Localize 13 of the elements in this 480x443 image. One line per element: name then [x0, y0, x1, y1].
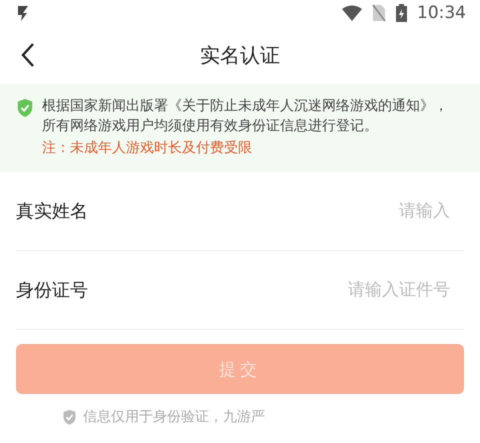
- app-logo-icon: [16, 4, 30, 22]
- shield-check-icon: [16, 98, 34, 118]
- notice-warning: 注：未成年人游戏时长及付费受限: [42, 139, 253, 158]
- status-time: 10:34: [417, 3, 466, 23]
- wifi-icon: [342, 5, 362, 21]
- page-title: 实名认证: [200, 42, 280, 68]
- shield-check-icon: [62, 408, 77, 426]
- battery-icon: [396, 4, 407, 22]
- field-label: 身份证号: [16, 279, 88, 302]
- notice-text: 根据国家新闻出版署《关于防止未成年人沉迷网络游戏的通知》，所有网络游戏用户均须使用有效身份证信息进行登记。: [42, 97, 449, 136]
- privacy-note: 信息仅用于身份验证，九游严: [83, 408, 265, 426]
- no-sim-icon: [372, 4, 386, 22]
- field-label: 真实姓名: [16, 200, 88, 223]
